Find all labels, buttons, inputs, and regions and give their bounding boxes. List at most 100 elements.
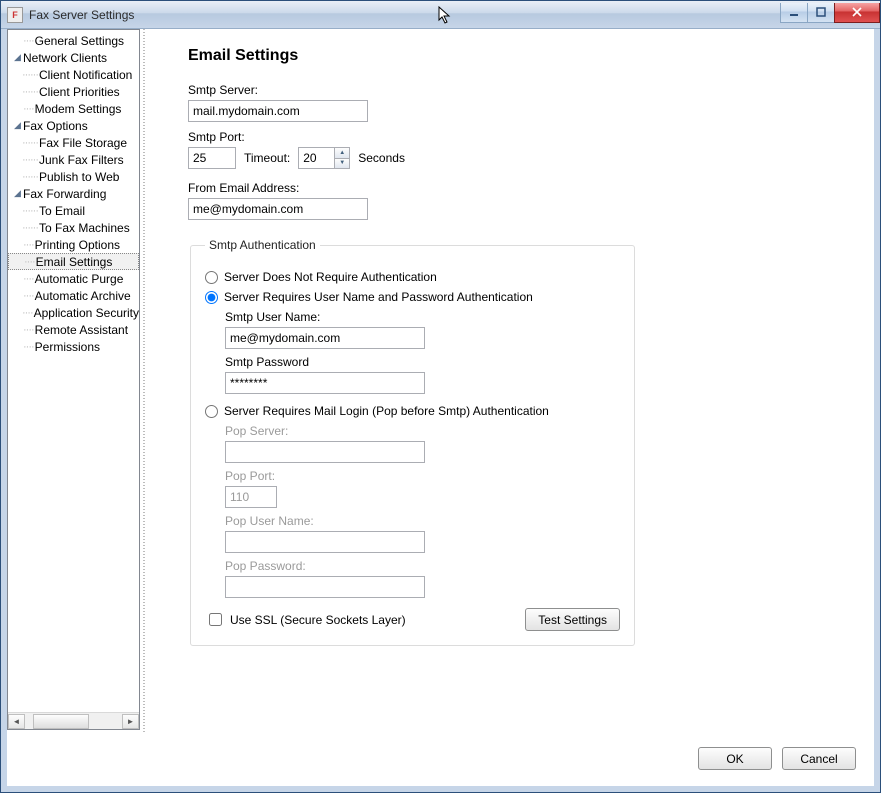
tree-connector-icon: ···· xyxy=(23,290,34,302)
titlebar[interactable]: F Fax Server Settings xyxy=(1,1,880,29)
tree-connector-icon: ···· xyxy=(23,103,34,115)
tree-item-label: Automatic Archive xyxy=(35,289,131,303)
tree-item-label: To Email xyxy=(39,204,85,218)
tree-item-label: Network Clients xyxy=(23,51,107,65)
from-email-label: From Email Address: xyxy=(188,181,848,195)
window-frame: F Fax Server Settings ·····General Setti… xyxy=(0,0,881,793)
cancel-button[interactable]: Cancel xyxy=(782,747,856,770)
tree-connector-icon: ···· xyxy=(24,256,35,268)
tree-item-label: Email Settings xyxy=(36,255,113,269)
tree-bullet-icon: · xyxy=(12,240,23,250)
timeout-down-button[interactable]: ▼ xyxy=(335,158,349,169)
tree-item[interactable]: ·····Application Security xyxy=(8,304,139,321)
tree-item[interactable]: ·····Automatic Archive xyxy=(8,287,139,304)
use-ssl-label: Use SSL (Secure Sockets Layer) xyxy=(230,613,406,627)
smtp-auth-group: Smtp Authentication Server Does Not Requ… xyxy=(190,238,635,646)
tree-connector-icon: ······ xyxy=(22,171,38,183)
timeout-label: Timeout: xyxy=(244,151,290,165)
tree-item-label: Printing Options xyxy=(35,238,120,252)
minimize-button[interactable] xyxy=(780,3,808,23)
main-panel: Email Settings Smtp Server: Smtp Port: T… xyxy=(148,29,874,732)
auth-pop-label: Server Requires Mail Login (Pop before S… xyxy=(224,404,549,418)
auth-pop-radio[interactable] xyxy=(205,405,218,418)
tree-item-label: Automatic Purge xyxy=(35,272,124,286)
scroll-right-button[interactable]: ► xyxy=(122,714,139,729)
tree-bullet-icon: · xyxy=(12,325,23,335)
tree-connector-icon: ···· xyxy=(23,341,34,353)
tree-connector-icon: ···· xyxy=(23,273,34,285)
pop-user-input xyxy=(225,531,425,553)
tree-item[interactable]: ······Client Priorities xyxy=(8,83,139,100)
timeout-input[interactable] xyxy=(298,147,334,169)
pop-pass-label: Pop Password: xyxy=(225,559,620,573)
ok-button[interactable]: OK xyxy=(698,747,772,770)
tree-item[interactable]: ······Client Notification xyxy=(8,66,139,83)
tree-bullet-icon: · xyxy=(12,104,23,114)
pop-user-label: Pop User Name: xyxy=(225,514,620,528)
splitter[interactable] xyxy=(140,29,148,732)
tree-item-label: General Settings xyxy=(35,34,124,48)
auth-none-radio[interactable] xyxy=(205,271,218,284)
tree-item[interactable]: ◢Fax Forwarding xyxy=(8,185,139,202)
close-icon xyxy=(852,7,862,17)
chevron-down-icon[interactable]: ◢ xyxy=(12,120,23,131)
tree-bullet-icon: · xyxy=(12,36,23,46)
tree-bullet-icon: · xyxy=(12,291,23,301)
pop-port-input xyxy=(225,486,277,508)
tree-item[interactable]: ·····Printing Options xyxy=(8,236,139,253)
test-settings-button[interactable]: Test Settings xyxy=(525,608,620,631)
sidebar-hscrollbar[interactable]: ◄ ► xyxy=(8,712,139,729)
tree-item[interactable]: ·····Automatic Purge xyxy=(8,270,139,287)
tree-item[interactable]: ◢Fax Options xyxy=(8,117,139,134)
tree-item[interactable]: ·····Permissions xyxy=(8,338,139,355)
tree-bullet-icon: · xyxy=(12,342,23,352)
timeout-up-button[interactable]: ▲ xyxy=(335,148,349,158)
tree-item-label: Client Notification xyxy=(39,68,132,82)
from-email-input[interactable] xyxy=(188,198,368,220)
pop-server-input xyxy=(225,441,425,463)
tree-item-label: Fax File Storage xyxy=(39,136,127,150)
tree-item-label: Modem Settings xyxy=(35,102,122,116)
tree-item[interactable]: ·····General Settings xyxy=(8,32,139,49)
close-button[interactable] xyxy=(834,3,880,23)
chevron-down-icon[interactable]: ◢ xyxy=(12,188,23,199)
tree-item[interactable]: ·····Modem Settings xyxy=(8,100,139,117)
tree-item-label: Publish to Web xyxy=(39,170,120,184)
timeout-spinner[interactable]: ▲ ▼ xyxy=(298,147,350,169)
tree-bullet-icon: · xyxy=(12,274,23,284)
tree-item-label: Fax Forwarding xyxy=(23,187,106,201)
smtp-pass-input[interactable] xyxy=(225,372,425,394)
smtp-server-label: Smtp Server: xyxy=(188,83,848,97)
use-ssl-checkbox[interactable] xyxy=(209,613,222,626)
tree-connector-icon: ···· xyxy=(23,324,34,336)
smtp-server-input[interactable] xyxy=(188,100,368,122)
tree-item[interactable]: ······Fax File Storage xyxy=(8,134,139,151)
settings-tree[interactable]: ·····General Settings◢Network Clients···… xyxy=(8,32,139,355)
auth-userpass-radio[interactable] xyxy=(205,291,218,304)
scroll-left-button[interactable]: ◄ xyxy=(8,714,25,729)
tree-item[interactable]: ·····Remote Assistant xyxy=(8,321,139,338)
chevron-down-icon[interactable]: ◢ xyxy=(12,52,23,63)
tree-item[interactable]: ······To Email xyxy=(8,202,139,219)
tree-item[interactable]: ◢Network Clients xyxy=(8,49,139,66)
scroll-track[interactable] xyxy=(25,714,122,729)
page-title: Email Settings xyxy=(188,47,848,65)
tree-item-label: To Fax Machines xyxy=(39,221,130,235)
smtp-port-input[interactable] xyxy=(188,147,236,169)
smtp-user-input[interactable] xyxy=(225,327,425,349)
window-title: Fax Server Settings xyxy=(29,8,134,22)
timeout-unit: Seconds xyxy=(358,151,405,165)
scroll-thumb[interactable] xyxy=(33,714,89,729)
tree-connector-icon: ······ xyxy=(22,86,38,98)
tree-item[interactable]: ·····Email Settings xyxy=(8,253,139,270)
maximize-button[interactable] xyxy=(807,3,835,23)
tree-item-label: Application Security xyxy=(34,306,139,320)
tree-connector-icon: ···· xyxy=(22,307,33,319)
client-area: ·····General Settings◢Network Clients···… xyxy=(1,29,880,792)
smtp-auth-legend: Smtp Authentication xyxy=(205,238,320,252)
tree-item[interactable]: ······Publish to Web xyxy=(8,168,139,185)
tree-connector-icon: ······ xyxy=(22,154,38,166)
tree-item[interactable]: ······To Fax Machines xyxy=(8,219,139,236)
tree-item[interactable]: ······Junk Fax Filters xyxy=(8,151,139,168)
tree-connector-icon: ···· xyxy=(23,35,34,47)
